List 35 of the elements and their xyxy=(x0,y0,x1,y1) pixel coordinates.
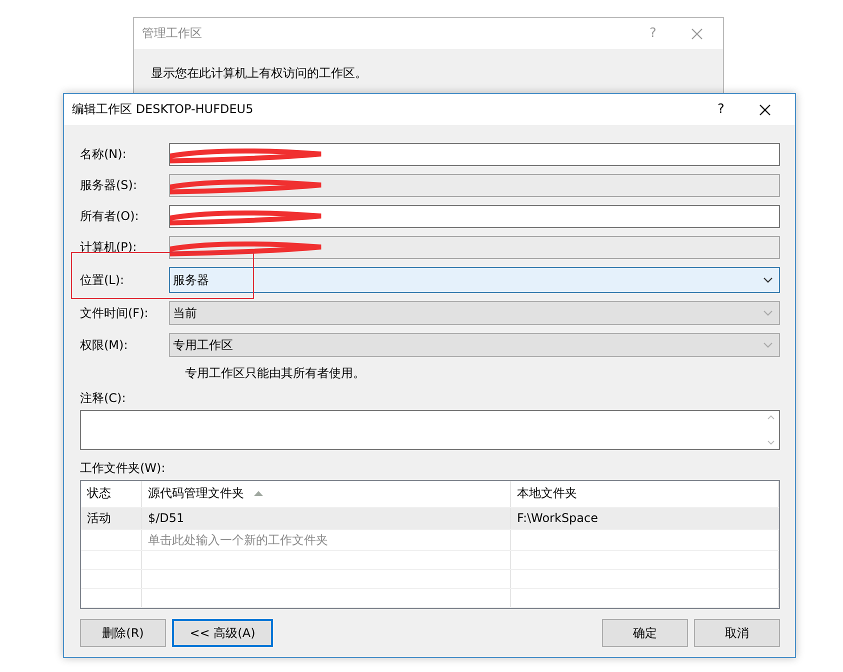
advanced-button[interactable]: << 高级(A) xyxy=(172,619,273,647)
dropdown[interactable]: 服务器 xyxy=(169,267,780,293)
field-label: 注释(C): xyxy=(80,390,127,407)
scroll-down-icon[interactable] xyxy=(766,440,774,445)
text-field[interactable] xyxy=(169,174,780,197)
column-header[interactable]: 本地文件夹 xyxy=(511,481,779,507)
window-title: 编辑工作区 DESKTOP-HUFDEU5 xyxy=(72,101,254,118)
close-icon xyxy=(691,28,703,40)
close-icon xyxy=(759,104,771,116)
description-text: 显示您在此计算机上有权访问的工作区。 xyxy=(150,65,368,82)
field-label: 服务器(S): xyxy=(80,177,138,194)
field-label: 名称(N): xyxy=(80,146,128,163)
field-label: 权限(M): xyxy=(80,336,129,354)
delete-button[interactable]: 删除(R) xyxy=(80,619,166,647)
column-header[interactable]: 状态 xyxy=(81,481,142,507)
text-field[interactable] xyxy=(169,143,780,166)
scroll-up-icon[interactable] xyxy=(766,415,774,420)
comment-field[interactable] xyxy=(80,410,780,450)
field-label: 所有者(O): xyxy=(80,208,140,225)
table-cell: 活动 xyxy=(81,508,142,529)
table-cell: F:\WorkSpace xyxy=(511,508,779,529)
help-button[interactable]: ? xyxy=(703,98,739,122)
cancel-button[interactable]: 取消 xyxy=(694,619,780,647)
new-folder-entry[interactable]: 单击此处输入一个新的工作文件夹 xyxy=(142,530,511,550)
text-field[interactable] xyxy=(169,236,780,259)
field-label: 计算机(P): xyxy=(80,239,138,256)
table-cell: $/D51 xyxy=(142,508,511,529)
field-label: 文件时间(F): xyxy=(80,304,150,322)
ok-button[interactable]: 确定 xyxy=(602,619,688,647)
text-field[interactable] xyxy=(169,205,780,228)
column-header[interactable]: 源代码管理文件夹 xyxy=(142,481,511,507)
window-title: 管理工作区 xyxy=(142,25,203,42)
hint-text: 专用工作区只能由其所有者使用。 xyxy=(184,365,366,382)
field-label: 工作文件夹(W): xyxy=(80,460,166,477)
field-label: 位置(L): xyxy=(80,272,126,288)
